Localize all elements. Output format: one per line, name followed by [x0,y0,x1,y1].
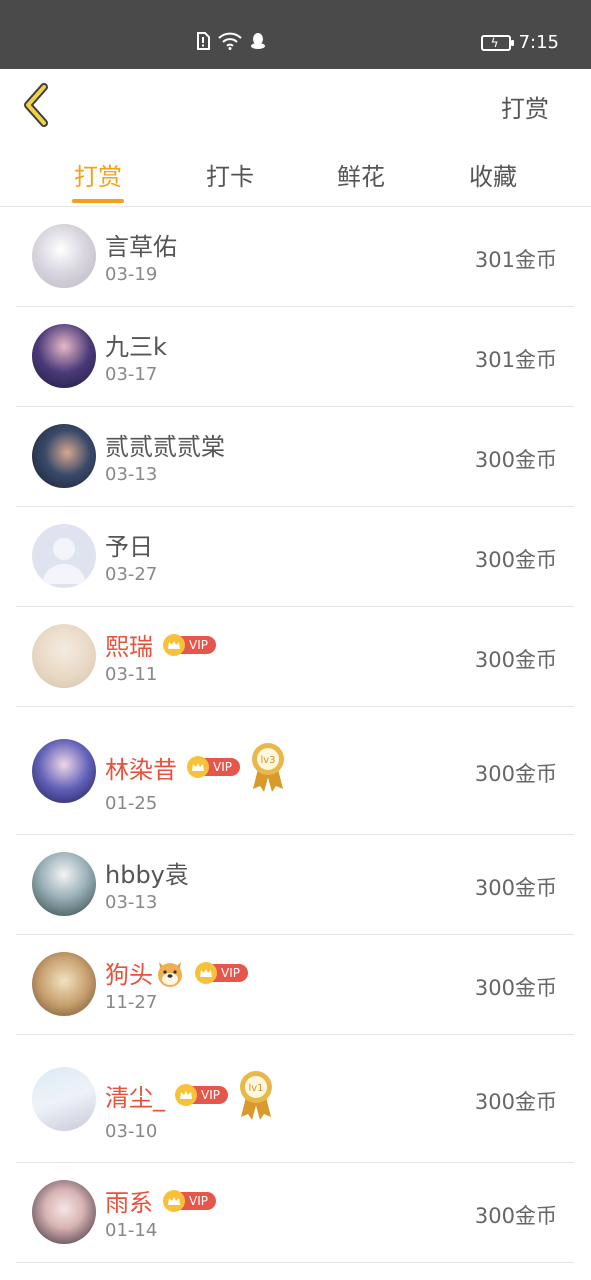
svg-text:lv3: lv3 [260,755,275,766]
reward-date: 03-11 [105,664,158,685]
avatar [32,1067,96,1131]
status-right: ϟ 7:15 [480,32,559,53]
reward-amount: 300金币 [474,876,557,900]
user-name: 贰贰贰贰棠 [105,433,225,461]
top-bar: 打赏 [0,69,591,141]
sim-alert-icon [197,32,210,50]
vip-badge: VIP [175,1084,228,1106]
user-name: 言草佑 [105,233,177,261]
reward-date: 03-27 [105,564,158,585]
vip-badge: VIP [163,633,216,656]
list-item[interactable]: 言草佑 03-19 301金币 [16,207,574,307]
avatar [32,624,96,688]
crown-icon [187,756,209,778]
svg-text:lv1: lv1 [248,1083,263,1094]
reward-amount: 300金币 [474,648,557,672]
reward-date: 03-19 [105,264,158,285]
header-reward-button[interactable]: 打赏 [501,89,549,124]
tab-checkin[interactable]: 打卡 [190,157,270,192]
reward-amount: 300金币 [474,448,557,472]
reward-date: 11-27 [105,992,158,1013]
reward-amount: 300金币 [474,548,557,572]
reward-amount: 300金币 [474,762,557,786]
user-silhouette-icon [42,538,86,584]
user-name: 九三k [105,333,167,361]
default-avatar [32,524,96,588]
avatar [32,324,96,388]
reward-date: 03-13 [105,892,158,913]
reward-date: 01-14 [105,1220,158,1241]
list-item[interactable]: 熙瑞 VIP 03-11 300金币 [16,607,574,707]
list-item[interactable]: hbby袁 03-13 300金币 [16,835,574,935]
avatar [32,1180,96,1244]
status-bar: ϟ 7:15 [0,0,591,69]
crown-icon [195,961,217,984]
vip-badge: VIP [195,961,248,984]
avatar [32,852,96,916]
reward-amount: 300金币 [474,976,557,1000]
dog-face-icon [158,961,182,987]
user-name: 予日 [105,533,153,561]
crown-icon [163,1189,185,1212]
clock: 7:15 [518,32,559,53]
wifi-icon [218,32,242,50]
list-item[interactable]: 林染昔 VIP lv3 01-25 300金币 [16,707,574,835]
tab-favorites[interactable]: 收藏 [453,157,533,192]
reward-amount: 300金币 [474,1204,557,1228]
tab-reward[interactable]: 打赏 [58,157,138,192]
chevron-left-icon [24,83,48,127]
reward-amount: 301金币 [474,348,557,372]
back-button[interactable] [20,81,60,129]
tab-flowers[interactable]: 鲜花 [321,157,401,192]
status-icons [196,32,266,50]
user-name: 雨系 [105,1189,153,1217]
list-item[interactable]: 予日 03-27 300金币 [16,507,574,607]
user-name: 林染昔 [105,755,177,784]
reward-date: 03-17 [105,364,158,385]
list-item[interactable]: 清尘_ VIP lv1 03-10 300金币 [16,1035,574,1163]
tab-bar: 打赏 打卡 鲜花 收藏 [0,141,591,207]
avatar [32,424,96,488]
reward-date: 03-10 [105,1121,158,1142]
vip-badge: VIP [163,1189,216,1212]
crown-icon [175,1084,197,1106]
avatar [32,224,96,288]
level-medal-icon: lv1 [239,1071,272,1120]
reward-date: 01-25 [105,793,158,814]
avatar [32,739,96,803]
list-item[interactable]: 狗头 VIP 11-27 300金币 [16,935,574,1035]
active-tab-indicator [72,199,124,203]
user-name: hbby袁 [105,861,189,889]
vip-badge: VIP [187,756,240,778]
list-item[interactable]: 九三k 03-17 301金币 [16,307,574,407]
reward-date: 03-13 [105,464,158,485]
user-name: 狗头 [105,961,153,989]
qq-icon [251,33,265,49]
avatar [32,952,96,1016]
level-medal-icon: lv3 [251,743,284,792]
list-item[interactable]: 贰贰贰贰棠 03-13 300金币 [16,407,574,507]
reward-amount: 301金币 [474,248,557,272]
list-item[interactable]: 雨系 VIP 01-14 300金币 [16,1163,574,1263]
user-name: 熙瑞 [105,633,153,661]
reward-amount: 300金币 [474,1090,557,1114]
reward-list: 言草佑 03-19 301金币 九三k 03-17 301金币 贰贰贰贰棠 03… [16,207,574,1263]
battery-icon: ϟ [480,34,514,51]
crown-icon [163,633,185,656]
user-name: 清尘_ [105,1083,165,1112]
